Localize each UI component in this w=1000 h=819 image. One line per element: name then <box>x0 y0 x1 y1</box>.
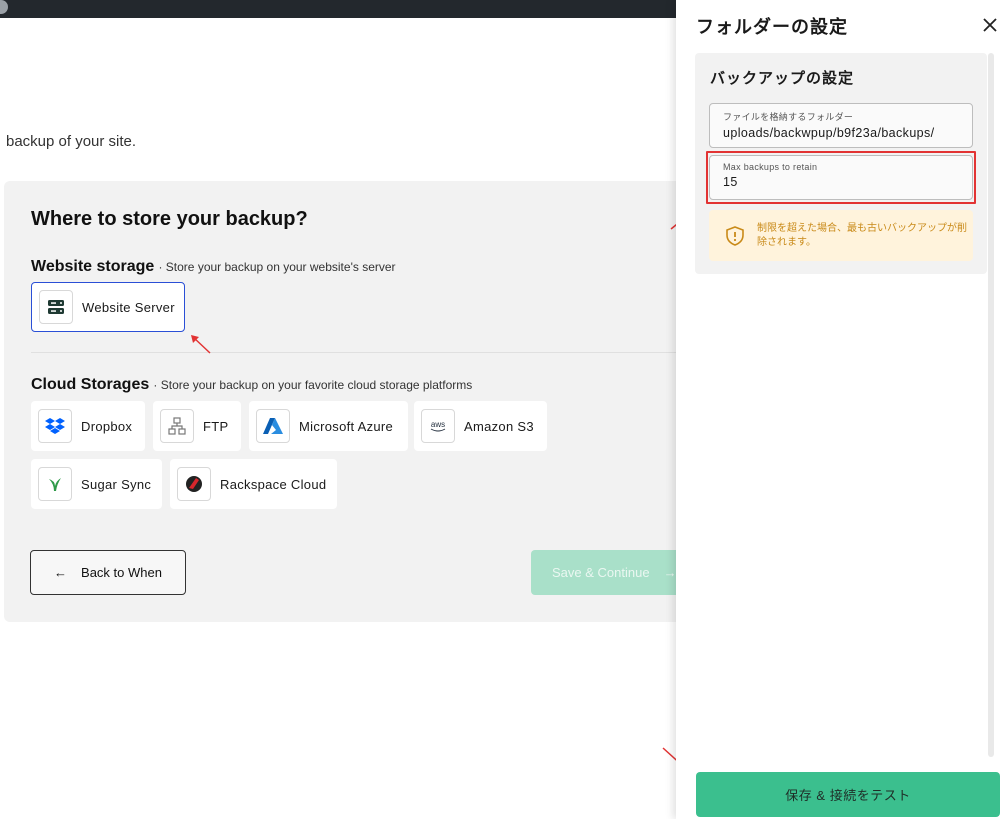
save-and-test-connection-button[interactable]: 保存 & 接続をテスト <box>696 772 1000 817</box>
storage-tile-rackspace-cloud[interactable]: Rackspace Cloud <box>170 459 337 509</box>
wordpress-logo-icon[interactable] <box>0 0 8 14</box>
aws-icon: aws <box>421 409 455 443</box>
save-and-continue-button[interactable]: Save & Continue → <box>531 550 691 595</box>
cloud-storage-description: · Store your backup on your favorite clo… <box>153 378 473 392</box>
storage-tile-sugar-sync[interactable]: Sugar Sync <box>31 459 162 509</box>
tile-label: Microsoft Azure <box>299 418 394 434</box>
section-divider <box>31 352 691 353</box>
arrow-left-icon: ← <box>54 565 68 580</box>
folder-settings-drawer: フォルダーの設定 バックアップの設定 ファイルを格納するフォルダー Max ba… <box>676 0 1000 819</box>
tile-label: Sugar Sync <box>81 476 152 492</box>
tile-label: FTP <box>203 418 229 434</box>
tile-label: Amazon S3 <box>464 418 534 434</box>
shield-warning-icon <box>726 225 744 246</box>
drawer-scrollbar[interactable] <box>988 53 994 757</box>
azure-icon <box>256 409 290 443</box>
back-button-label: Back to When <box>81 565 162 580</box>
rackspace-icon <box>177 467 211 501</box>
tile-label: Rackspace Cloud <box>220 476 327 492</box>
storage-tile-amazon-s3[interactable]: aws Amazon S3 <box>414 401 547 451</box>
svg-text:aws: aws <box>431 420 445 429</box>
back-to-when-button[interactable]: ← Back to When <box>30 550 186 595</box>
warning-text: 制限を超えた場合、最も古いバックアップが削除されます。 <box>757 222 967 248</box>
server-icon <box>39 290 73 324</box>
storage-panel-title: Where to store your backup? <box>31 208 308 230</box>
retention-warning: 制限を超えた場合、最も古いバックアップが削除されます。 <box>709 210 973 261</box>
cloud-storage-heading: Cloud Storages · Store your backup on yo… <box>31 376 472 394</box>
save-button-label: Save & Continue <box>552 565 650 580</box>
website-storage-description: · Store your backup on your website's se… <box>158 260 396 274</box>
folder-path-input[interactable] <box>723 126 968 140</box>
storage-tile-ftp[interactable]: FTP <box>153 401 241 451</box>
annotation-highlight-box <box>706 151 976 204</box>
storage-tile-website-server[interactable]: Website Server <box>31 282 185 332</box>
sugarsync-icon <box>38 467 72 501</box>
backup-settings-card: バックアップの設定 ファイルを格納するフォルダー Max backups to … <box>695 53 987 274</box>
ftp-network-icon <box>160 409 194 443</box>
arrow-right-icon: → <box>663 565 677 580</box>
folder-path-field: ファイルを格納するフォルダー <box>709 103 973 148</box>
intro-text: backup of your site. <box>6 133 137 150</box>
annotation-arrow-icon <box>191 335 211 354</box>
storage-tile-microsoft-azure[interactable]: Microsoft Azure <box>249 401 408 451</box>
storage-tile-dropbox[interactable]: Dropbox <box>31 401 145 451</box>
website-storage-heading: Website storage · Store your backup on y… <box>31 258 396 276</box>
website-storage-title: Website storage <box>31 258 155 275</box>
tile-label: Website Server <box>82 299 175 315</box>
storage-panel: Where to store your backup? Website stor… <box>4 181 694 622</box>
folder-path-label: ファイルを格納するフォルダー <box>723 112 854 122</box>
dropbox-icon <box>38 409 72 443</box>
drawer-title: フォルダーの設定 <box>696 17 848 37</box>
backup-settings-title: バックアップの設定 <box>710 70 855 87</box>
tile-label: Dropbox <box>81 418 133 434</box>
cloud-storage-title: Cloud Storages <box>31 376 150 393</box>
close-icon[interactable] <box>982 17 998 33</box>
